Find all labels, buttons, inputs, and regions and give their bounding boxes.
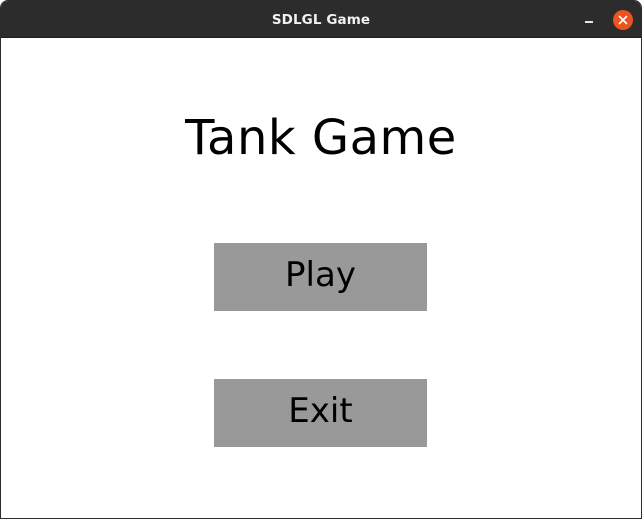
app-window: SDLGL Game Tank Game Play Exit <box>0 0 642 519</box>
close-button[interactable] <box>613 10 633 30</box>
game-title: Tank Game <box>185 110 457 166</box>
title-bar[interactable]: SDLGL Game <box>1 1 641 38</box>
exit-button[interactable]: Exit <box>214 379 427 447</box>
window-title: SDLGL Game <box>271 12 371 28</box>
minimize-button[interactable] <box>579 9 601 31</box>
minimize-icon <box>585 21 593 23</box>
game-canvas: Tank Game Play Exit <box>1 38 641 518</box>
play-button[interactable]: Play <box>214 243 427 311</box>
close-icon <box>618 15 628 25</box>
